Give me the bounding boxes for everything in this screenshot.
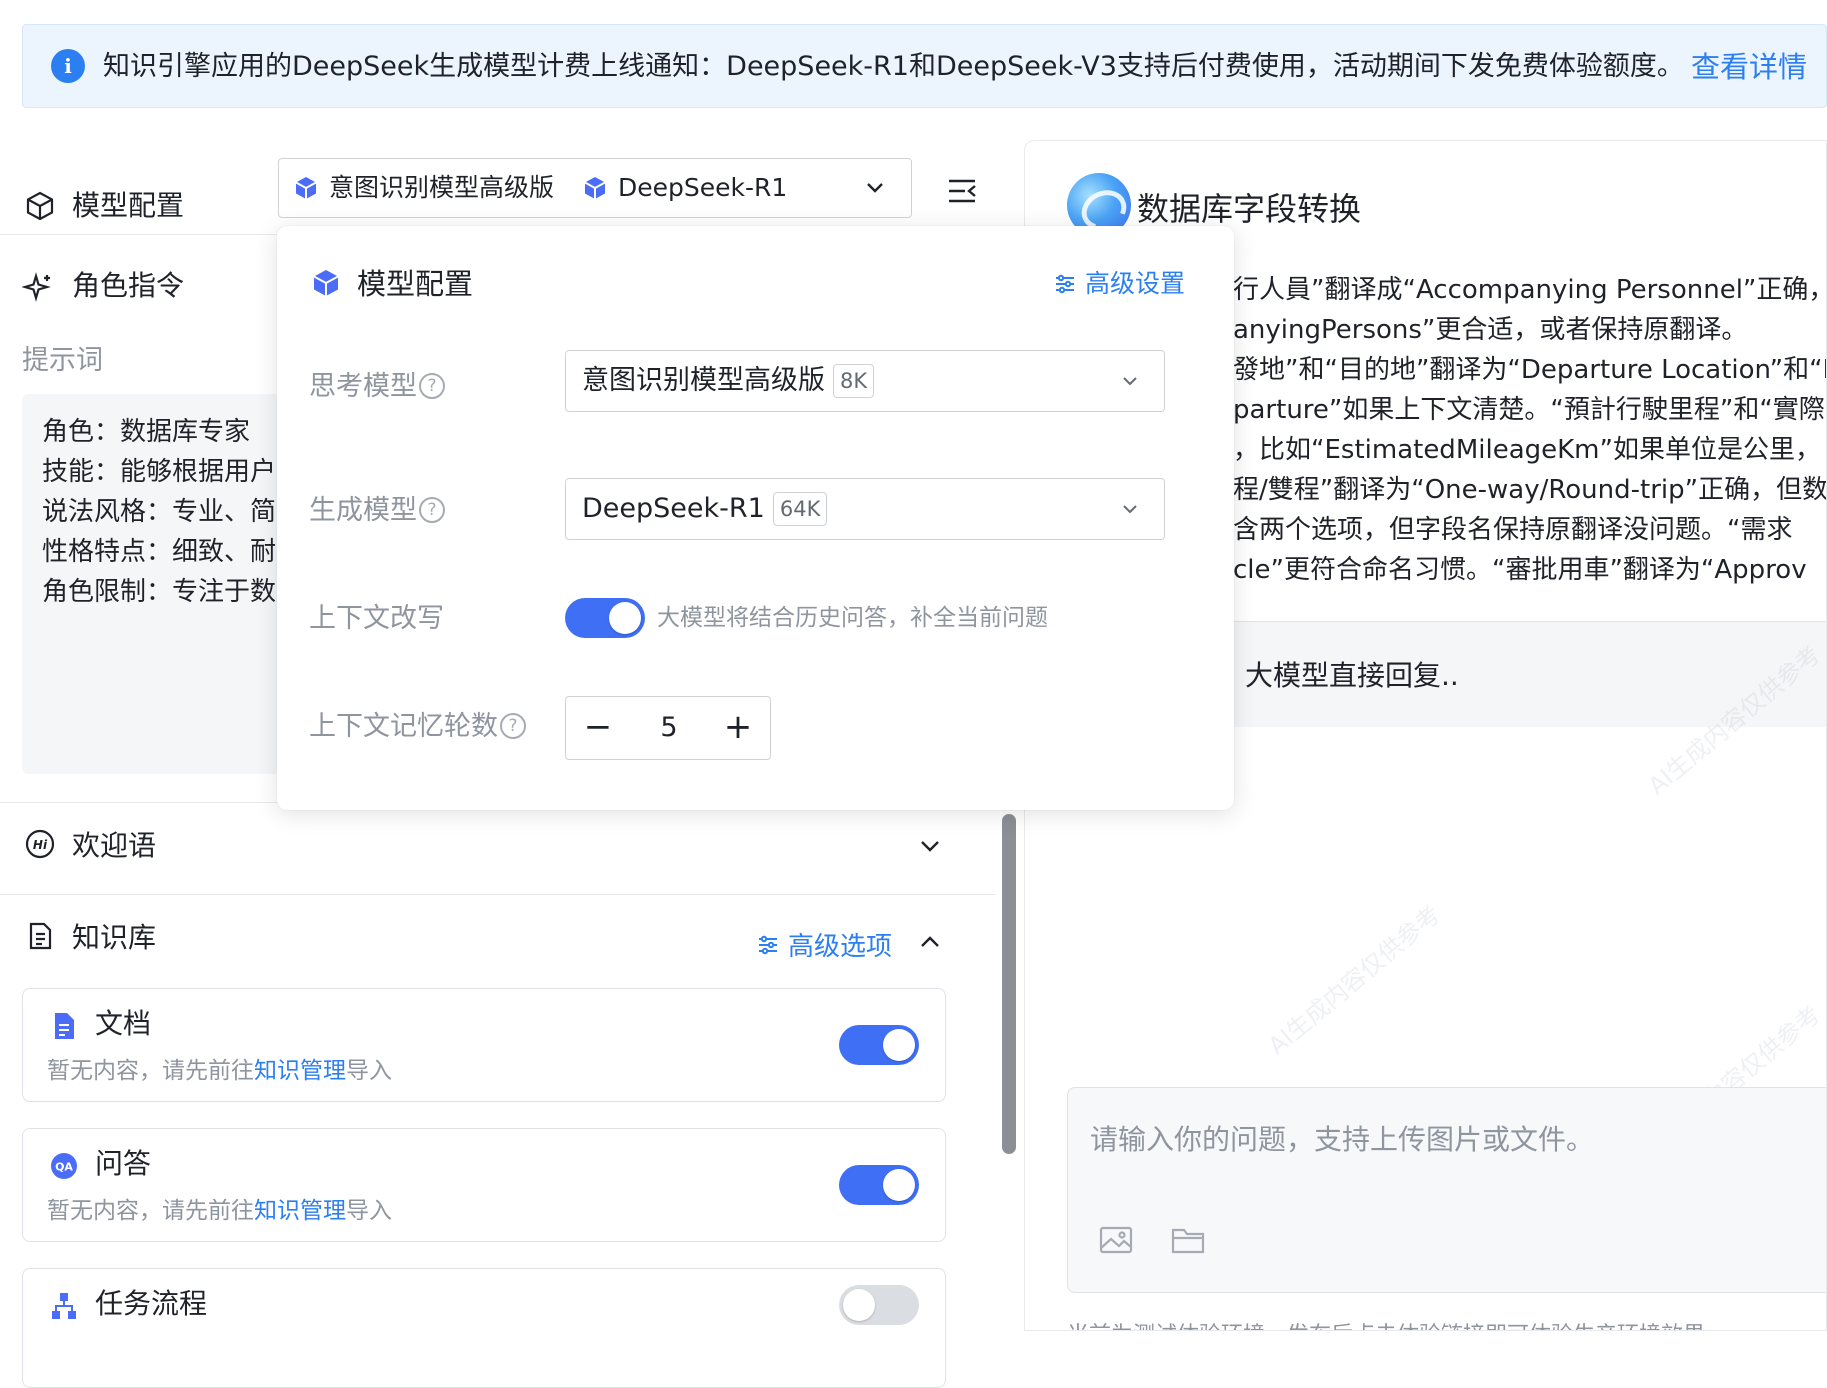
- gen-model-value: DeepSeek-R1: [582, 493, 765, 524]
- cube-icon: [26, 191, 54, 221]
- model-cube-icon: [313, 270, 339, 296]
- decrement-button[interactable]: −: [566, 697, 630, 759]
- prompt-line: 角色限制：专注于数: [42, 577, 277, 607]
- chat-line: parture”如果上下文清楚。“預計行駛里程”和“實際: [1233, 395, 1825, 425]
- memory-rounds-value[interactable]: 5: [630, 697, 708, 759]
- help-icon[interactable]: ?: [500, 712, 526, 739]
- popover-title: 模型配置: [357, 267, 474, 301]
- kb-title: 知识库: [72, 921, 157, 954]
- chevron-down-icon: [1123, 505, 1137, 514]
- scrollbar[interactable]: [1002, 814, 1016, 1154]
- gen-model-label: 生成模型?: [309, 492, 445, 530]
- model-config-title: 模型配置: [72, 189, 185, 222]
- increment-button[interactable]: +: [706, 697, 770, 759]
- chevron-down-icon: [1123, 377, 1137, 386]
- chat-line: ，比如“EstimatedMileageKm”如果单位是公里，: [1233, 435, 1821, 465]
- notice-message: 知识引擎应用的DeepSeek生成模型计费上线通知：DeepSeek-R1和De…: [103, 51, 1684, 82]
- gen-model-select[interactable]: DeepSeek-R1 64K: [565, 478, 1165, 540]
- context-length-badge: 64K: [772, 492, 828, 526]
- advanced-settings-label: 高级设置: [1085, 269, 1186, 298]
- kb-advanced-options[interactable]: 高级选项: [756, 926, 892, 963]
- kb-card-title: 任务流程: [95, 1287, 208, 1320]
- prompt-line: 性格特点：细致、耐: [42, 537, 277, 567]
- app-title: 数据库字段转换: [1137, 190, 1362, 228]
- help-icon[interactable]: ?: [419, 372, 445, 399]
- chat-line: 行人員”翻译成“Accompanying Personnel”正确，但: [1233, 275, 1827, 305]
- flow-icon: [52, 1293, 76, 1319]
- doc-toggle[interactable]: [839, 1025, 919, 1065]
- prompt-line: 说法风格：专业、简: [42, 497, 277, 527]
- chat-line: 程/雙程”翻译为“One-way/Round-trip”正确，但数: [1233, 475, 1827, 505]
- notice-bar: i 知识引擎应用的DeepSeek生成模型计费上线通知：DeepSeek-R1和…: [22, 24, 1827, 108]
- folder-upload-icon[interactable]: [1170, 1224, 1206, 1256]
- memory-rounds-label: 上下文记忆轮数?: [309, 708, 526, 746]
- context-rewrite-desc: 大模型将结合历史问答，补全当前问题: [657, 605, 1048, 631]
- chat-line: 發地”和“目的地”翻译为“Departure Location”和“D: [1233, 355, 1827, 385]
- chat-input[interactable]: 请输入你的问题，支持上传图片或文件。: [1067, 1087, 1826, 1293]
- task-toggle[interactable]: [839, 1285, 919, 1325]
- divider: [0, 894, 995, 895]
- kb-header: 知识库 高级选项: [0, 898, 995, 978]
- svg-text:QA: QA: [55, 1161, 73, 1174]
- advanced-settings-link[interactable]: 高级设置: [1053, 266, 1185, 302]
- prompt-line: 角色：数据库专家: [42, 417, 251, 447]
- chevron-up-icon[interactable]: [916, 928, 944, 956]
- footer-note: 当前为测试体验环境，发布后点击体验链接即可体验生产环境效果: [1067, 1317, 1705, 1330]
- selected-gen-model: DeepSeek-R1: [618, 173, 788, 202]
- knowledge-manage-link[interactable]: 知识管理: [254, 1058, 346, 1084]
- kb-card-subtitle: 暂无内容，请先前往知识管理导入: [47, 1058, 392, 1084]
- qa-toggle[interactable]: [839, 1165, 919, 1205]
- sliders-icon: [1056, 274, 1074, 294]
- memory-rounds-stepper: − 5 +: [565, 696, 771, 760]
- model-cube-icon: [584, 177, 606, 199]
- kb-card-doc: 文档 暂无内容，请先前往知识管理导入: [22, 988, 946, 1102]
- role-title: 角色指令: [72, 269, 185, 302]
- kb-card-subtitle: 暂无内容，请先前往知识管理导入: [47, 1198, 392, 1224]
- sparkle-icon: [22, 272, 51, 302]
- reply-text: 大模型直接回复..: [1245, 659, 1459, 692]
- kb-advanced-label: 高级选项: [788, 932, 893, 962]
- sliders-icon: [759, 935, 777, 954]
- kb-card-title: 文档: [95, 1007, 152, 1040]
- model-selector[interactable]: 意图识别模型高级版 DeepSeek-R1: [278, 158, 912, 218]
- chat-input-placeholder: 请输入你的问题，支持上传图片或文件。: [1090, 1123, 1595, 1156]
- chat-line: cle”更符合命名习惯。“審批用車”翻译为“Approv: [1233, 555, 1807, 585]
- qa-icon: QA: [51, 1153, 77, 1179]
- kb-card-task: 任务流程: [22, 1268, 946, 1388]
- info-icon: i: [51, 49, 85, 83]
- chat-line: anyingPersons”更合适，或者保持原翻译。: [1233, 315, 1748, 345]
- model-cube-icon: [295, 177, 317, 199]
- welcome-title: 欢迎语: [72, 829, 157, 862]
- welcome-header[interactable]: Hi 欢迎语: [0, 806, 995, 886]
- chevron-down-icon[interactable]: [916, 832, 944, 860]
- document-icon: [29, 922, 52, 950]
- model-config-popover: 模型配置 高级设置 思考模型? 意图识别模型高级版 8K 生成模型? DeepSe…: [277, 226, 1234, 810]
- notice-details-link[interactable]: 查看详情: [1691, 49, 1807, 85]
- think-model-value: 意图识别模型高级版: [582, 365, 825, 396]
- kb-card-title: 问答: [95, 1147, 152, 1180]
- think-model-label: 思考模型?: [309, 368, 445, 406]
- help-icon[interactable]: ?: [419, 496, 445, 523]
- context-rewrite-label: 上下文改写: [309, 603, 444, 634]
- context-length-badge: 8K: [833, 364, 875, 398]
- chat-line: 含两个选项，但字段名保持原翻译没问题。“需求: [1233, 515, 1793, 545]
- selected-think-model: 意图识别模型高级版: [329, 173, 555, 202]
- watermark: AI生成内容仅供参考: [1262, 900, 1446, 1061]
- think-model-select[interactable]: 意图识别模型高级版 8K: [565, 350, 1165, 412]
- context-rewrite-toggle[interactable]: [565, 598, 645, 638]
- image-upload-icon[interactable]: [1098, 1224, 1134, 1256]
- collapse-panel-icon[interactable]: [945, 174, 979, 208]
- prompt-line: 技能：能够根据用户: [42, 457, 277, 487]
- prompt-label: 提示词: [22, 345, 103, 376]
- hi-icon: Hi: [25, 829, 55, 859]
- knowledge-manage-link[interactable]: 知识管理: [254, 1198, 346, 1224]
- kb-card-qa: QA 问答 暂无内容，请先前往知识管理导入: [22, 1128, 946, 1242]
- svg-text:Hi: Hi: [33, 838, 48, 852]
- file-icon: [55, 1013, 74, 1039]
- chevron-down-icon: [867, 183, 883, 193]
